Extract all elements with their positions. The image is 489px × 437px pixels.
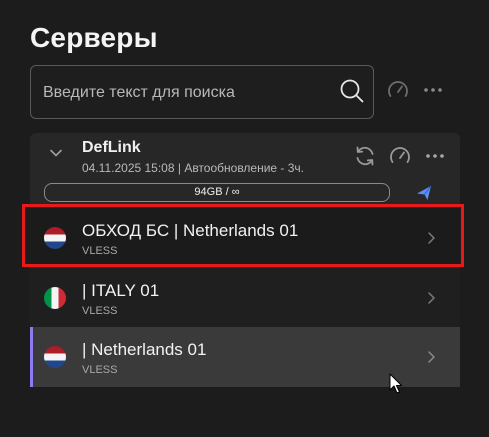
server-row[interactable]: | ITALY 01 VLESS (30, 267, 460, 327)
server-name: | Netherlands 01 (82, 340, 207, 359)
search-icon[interactable] (339, 78, 365, 104)
search-box[interactable] (30, 65, 374, 119)
send-icon[interactable] (415, 184, 433, 202)
speedometer-icon[interactable] (386, 78, 410, 102)
chevron-right-icon (428, 292, 435, 304)
highlight-annotation-box (22, 204, 464, 267)
page-title: Серверы (30, 22, 158, 53)
more-horizontal-icon[interactable] (424, 146, 446, 166)
server-protocol: VLESS (82, 305, 118, 317)
server-name: | ITALY 01 (82, 281, 160, 300)
more-horizontal-icon[interactable] (422, 80, 444, 100)
subscription-meta: 04.11.2025 15:08 | Автообновление - 3ч. (82, 161, 305, 175)
subscription-name: DefLink (82, 139, 141, 156)
mouse-cursor-icon (389, 373, 402, 394)
speedometer-icon[interactable] (388, 144, 412, 168)
traffic-usage-bar: 94GB / ∞ (44, 183, 390, 202)
netherlands-flag-icon (44, 346, 66, 368)
active-indicator (30, 327, 33, 387)
server-protocol: VLESS (82, 364, 118, 376)
italy-flag-icon (44, 287, 66, 309)
chevron-down-icon[interactable] (48, 145, 64, 161)
chevron-right-icon (428, 351, 435, 363)
refresh-icon[interactable] (353, 144, 377, 168)
search-input[interactable] (43, 82, 333, 104)
